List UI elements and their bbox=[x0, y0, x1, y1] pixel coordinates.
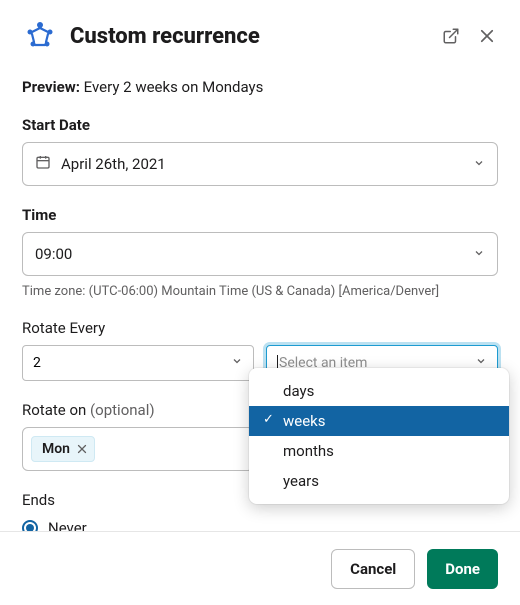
time-value: 09:00 bbox=[35, 245, 463, 263]
close-icon[interactable] bbox=[476, 25, 498, 47]
open-external-icon[interactable] bbox=[440, 25, 462, 47]
time-select[interactable]: 09:00 bbox=[22, 232, 498, 276]
modal-title: Custom recurrence bbox=[70, 24, 428, 49]
preview-label: Preview: bbox=[22, 78, 80, 96]
app-icon bbox=[22, 18, 58, 54]
rotate-every-label: Rotate Every bbox=[22, 319, 498, 337]
modal-footer: Cancel Done bbox=[0, 531, 520, 605]
start-date-label: Start Date bbox=[22, 116, 498, 134]
start-date-value: April 26th, 2021 bbox=[61, 155, 463, 173]
dropdown-item-weeks[interactable]: weeks bbox=[249, 406, 509, 436]
time-label: Time bbox=[22, 206, 498, 224]
rotate-count-select[interactable]: 2 bbox=[22, 345, 254, 381]
chevron-down-icon bbox=[473, 245, 485, 263]
done-button[interactable]: Done bbox=[427, 549, 498, 589]
chip-remove-icon[interactable] bbox=[76, 443, 88, 455]
preview-value: Every 2 weeks on Mondays bbox=[84, 78, 264, 96]
preview-text: Preview: Every 2 weeks on Mondays bbox=[22, 78, 498, 96]
dropdown-item-months[interactable]: months bbox=[249, 436, 509, 466]
chevron-down-icon bbox=[231, 355, 243, 371]
dropdown-item-days[interactable]: days bbox=[249, 376, 509, 406]
modal-header: Custom recurrence bbox=[0, 0, 520, 64]
chip-label: Mon bbox=[42, 441, 70, 457]
rotate-on-input[interactable]: Mon bbox=[22, 427, 254, 471]
calendar-icon bbox=[35, 154, 51, 174]
timezone-text: Time zone: (UTC-06:00) Mountain Time (US… bbox=[22, 284, 498, 299]
cancel-button[interactable]: Cancel bbox=[331, 549, 415, 589]
start-date-select[interactable]: April 26th, 2021 bbox=[22, 142, 498, 186]
rotate-count-value: 2 bbox=[33, 355, 231, 371]
unit-dropdown: days weeks months years bbox=[249, 368, 509, 504]
dropdown-item-years[interactable]: years bbox=[249, 466, 509, 496]
chevron-down-icon bbox=[473, 155, 485, 173]
optional-hint: (optional) bbox=[90, 401, 155, 419]
day-chip: Mon bbox=[31, 436, 95, 462]
